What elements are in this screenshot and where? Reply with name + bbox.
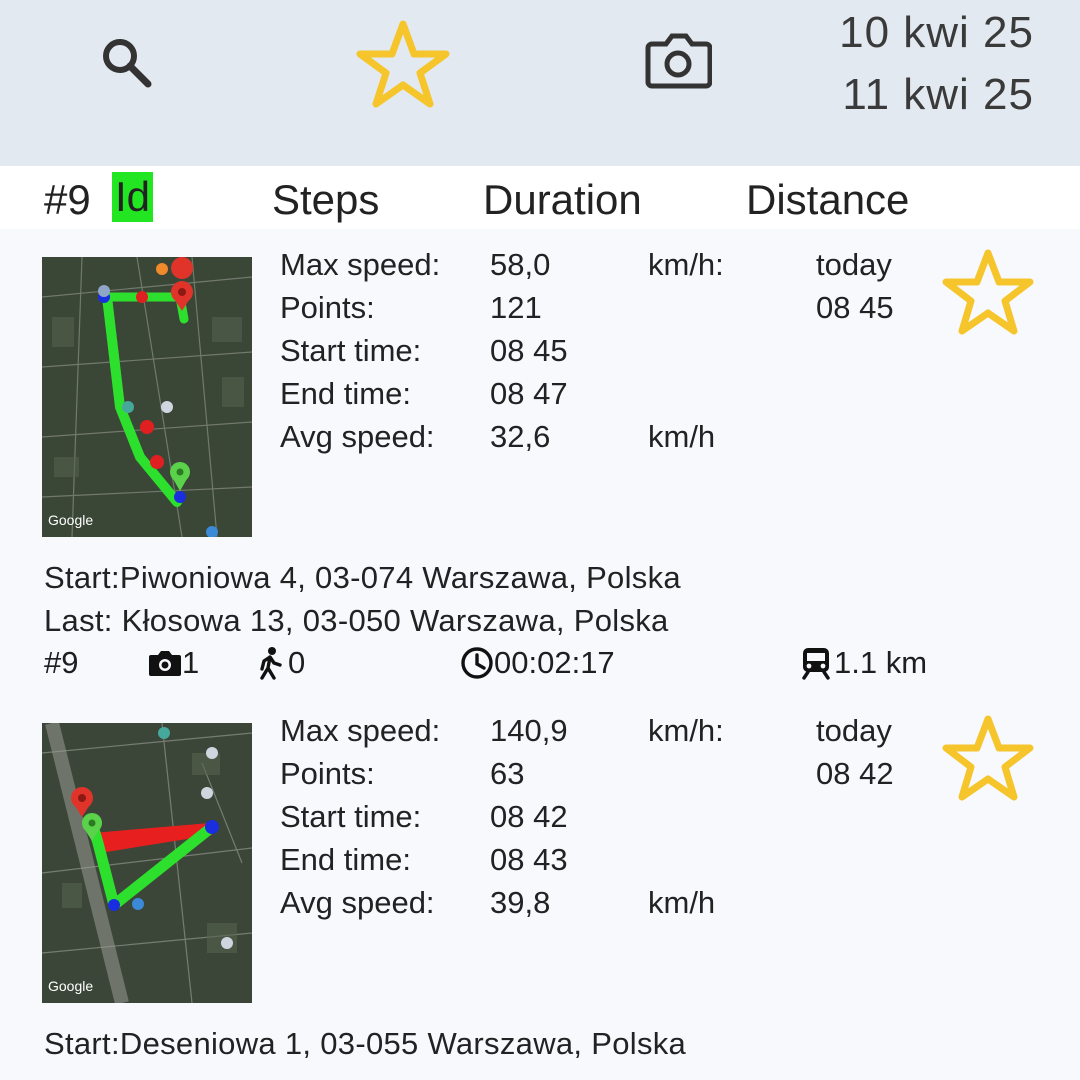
photo-count: 1	[148, 645, 199, 681]
clock-icon	[461, 647, 493, 679]
points-label: Points:	[280, 756, 375, 791]
step-count: 0	[254, 645, 305, 681]
max-speed-value: 140,9	[490, 713, 568, 748]
points-value: 63	[490, 756, 525, 791]
train-icon	[802, 648, 830, 680]
max-speed-label: Max speed:	[280, 247, 441, 282]
start-address-text: Piwoniowa 4, 03-074 Warszawa, Polska	[119, 560, 681, 595]
trip-distance-value: 1.1 km	[834, 645, 928, 680]
points-value: 121	[490, 290, 542, 325]
trip-time: 08 45	[816, 290, 894, 325]
start-address: Start:Piwoniowa 4, 03-074 Warszawa, Pols…	[44, 560, 681, 596]
search-icon[interactable]	[98, 34, 156, 92]
step-count-value: 0	[288, 645, 306, 680]
start-address-label: Start:	[44, 1026, 120, 1061]
max-speed-unit: km/h:	[648, 247, 724, 282]
date-from[interactable]: 10 kwi 25	[839, 8, 1034, 58]
last-address-text: Kłosowa 13, 03-050 Warszawa, Polska	[121, 603, 669, 638]
favorite-star-icon[interactable]	[942, 247, 1034, 335]
top-toolbar: 10 kwi 25 11 kwi 25	[0, 0, 1080, 166]
max-speed-unit: km/h:	[648, 713, 724, 748]
start-time-value: 08 45	[490, 333, 568, 368]
start-time-label: Start time:	[280, 333, 422, 368]
start-address-label: Start:	[44, 560, 120, 595]
trip-count: #9	[44, 176, 91, 223]
avg-speed-unit: km/h	[648, 419, 716, 454]
star-outline-icon[interactable]	[356, 18, 450, 108]
photo-count-value: 1	[182, 645, 200, 680]
map-google-label: Google	[48, 978, 93, 994]
map-google-label: Google	[48, 512, 93, 528]
route-map-thumbnail[interactable]: Google	[42, 257, 252, 537]
trip-id: #9	[44, 645, 79, 680]
avg-speed-value: 32,6	[490, 419, 551, 454]
start-address-text: Deseniowa 1, 03-055 Warszawa, Polska	[119, 1026, 687, 1061]
column-header: #9 Id Steps Duration Distance	[0, 166, 1080, 229]
trip-time: 08 42	[816, 756, 894, 791]
trip-day: today	[816, 713, 892, 748]
start-address: Start:Deseniowa 1, 03-055 Warszawa, Pols…	[44, 1026, 686, 1062]
avg-speed-unit: km/h	[648, 885, 716, 920]
trip-day: today	[816, 247, 892, 282]
end-time-value: 08 43	[490, 842, 568, 877]
start-time-label: Start time:	[280, 799, 422, 834]
walking-icon	[260, 647, 282, 680]
max-speed-label: Max speed:	[280, 713, 441, 748]
trip-duration-value: 00:02:17	[494, 645, 615, 680]
sort-by-distance[interactable]: Distance	[746, 176, 909, 224]
avg-speed-label: Avg speed:	[280, 885, 435, 920]
last-address-label: Last:	[44, 603, 113, 638]
trip-duration: 00:02:17	[460, 645, 615, 681]
sort-by-duration[interactable]: Duration	[483, 176, 642, 224]
camera-icon[interactable]	[644, 30, 713, 92]
trip-card[interactable]: Google Max speed: 58,0 km/h: today Point…	[0, 229, 1080, 695]
end-time-value: 08 47	[490, 376, 568, 411]
trip-card[interactable]: Google Max speed: 140,9 km/h: today Poin…	[0, 695, 1080, 1080]
trip-summary-row: #9 1 0 00:02:17 1.1 km	[0, 645, 1080, 685]
last-address: Last: Kłosowa 13, 03-050 Warszawa, Polsk…	[44, 603, 669, 639]
end-time-label: End time:	[280, 842, 411, 877]
sort-by-id[interactable]: Id	[112, 172, 154, 222]
route-map-thumbnail[interactable]: Google	[42, 723, 252, 1003]
end-time-label: End time:	[280, 376, 411, 411]
max-speed-value: 58,0	[490, 247, 551, 282]
start-time-value: 08 42	[490, 799, 568, 834]
avg-speed-label: Avg speed:	[280, 419, 435, 454]
avg-speed-value: 39,8	[490, 885, 551, 920]
camera-icon	[149, 651, 181, 676]
favorite-star-icon[interactable]	[942, 713, 1034, 801]
points-label: Points:	[280, 290, 375, 325]
date-to[interactable]: 11 kwi 25	[842, 70, 1034, 120]
trip-distance: 1.1 km	[800, 645, 927, 681]
sort-by-steps[interactable]: Steps	[272, 176, 379, 224]
